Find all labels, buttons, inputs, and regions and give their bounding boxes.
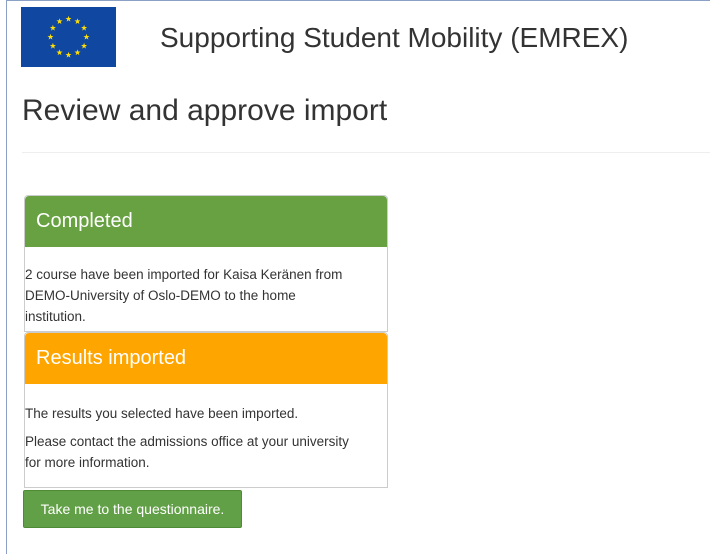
completed-panel-body: 2 course have been imported for Kaisa Ke… [25,247,387,327]
completed-panel: Completed 2 course have been imported fo… [24,195,388,332]
header-divider [22,152,710,153]
flag-star [49,42,56,49]
flag-star [74,49,81,56]
site-title: Supporting Student Mobility (EMREX) [160,22,629,53]
flag-star [56,18,63,24]
flag-star [81,42,88,49]
flag-star [49,24,56,31]
flag-star [81,24,88,31]
completed-message-line: 2 course have been imported for Kaisa Ke… [25,267,343,282]
results-imported-panel: Results imported The results you selecte… [24,332,388,488]
window-frame-top [6,0,710,1]
window-frame-left [6,0,7,554]
results-imported-panel-body: The results you selected have been impor… [25,384,387,473]
flag-star [65,51,72,58]
eu-flag-icon [21,7,116,67]
imported-message: The results you selected have been impor… [25,406,299,421]
page-title: Review and approve import [22,94,388,127]
flag-star [83,33,90,40]
contact-message-line: for more information. [25,455,150,470]
completed-message-line: institution. [25,309,86,324]
contact-message: Please contact the admissions office at … [25,431,387,473]
contact-message-line: Please contact the admissions office at … [25,434,349,449]
eu-flag-stars [47,15,90,58]
flag-star [65,15,72,22]
completed-panel-heading: Completed [25,196,387,247]
flag-star [56,49,63,56]
results-imported-panel-heading: Results imported [25,333,387,384]
flag-star [74,18,81,24]
flag-star [47,33,54,40]
completed-message-line: DEMO-University of Oslo-DEMO to the home [25,288,296,303]
take-questionnaire-button[interactable]: Take me to the questionnaire. [23,490,242,528]
